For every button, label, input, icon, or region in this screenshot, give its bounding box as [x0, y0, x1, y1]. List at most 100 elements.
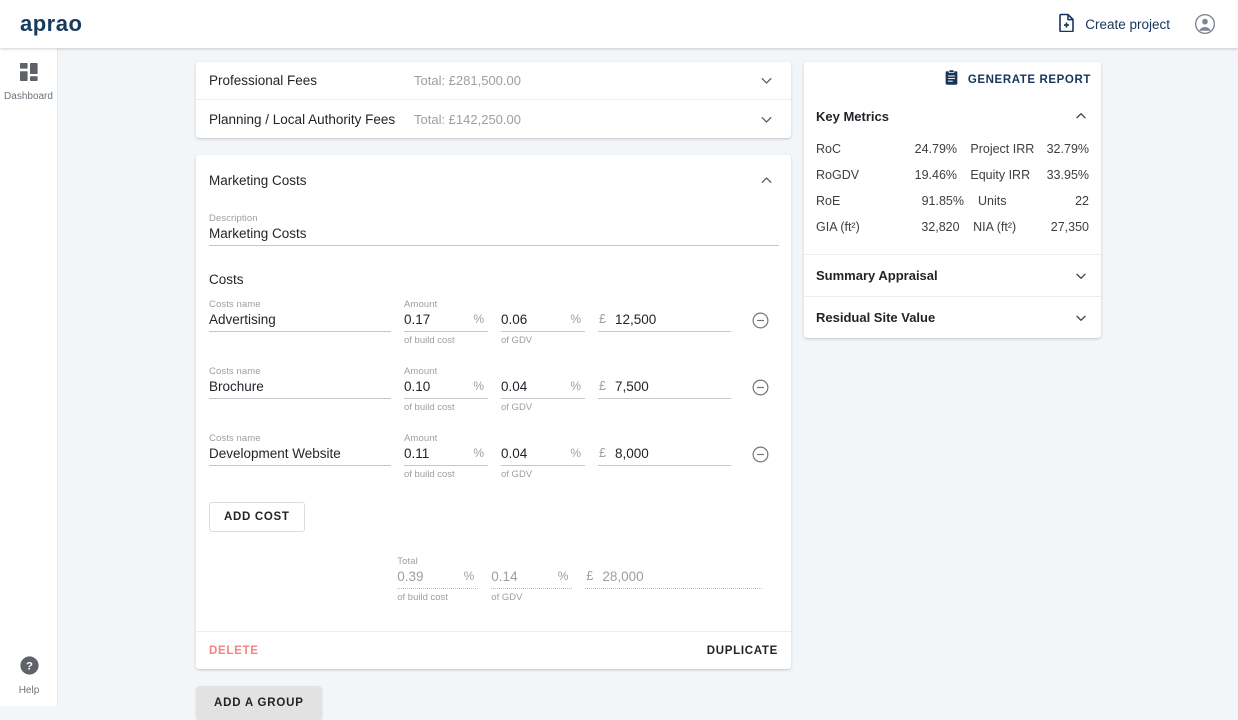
metric-key: GIA (ft²)	[816, 220, 860, 234]
description-label: Description	[209, 213, 258, 224]
pct-build-input[interactable]	[404, 379, 488, 399]
cost-amount-field: £	[598, 433, 731, 466]
generate-report-button[interactable]: GENERATE REPORT	[804, 62, 1101, 98]
total-amount-field: £	[585, 556, 762, 589]
key-metrics-header[interactable]: Key Metrics	[804, 98, 1101, 134]
chevron-up-icon[interactable]	[758, 172, 775, 189]
metric-key: Project IRR	[970, 142, 1035, 156]
pct-gdv-input[interactable]	[501, 312, 585, 332]
cost-groups-column: Professional Fees Total: £281,500.00 Pla…	[196, 62, 791, 720]
account-circle-icon[interactable]	[1194, 13, 1216, 35]
create-project-label: Create project	[1085, 16, 1170, 32]
of-build-cost-hint: of build cost	[404, 335, 455, 346]
minus-circle-icon[interactable]	[749, 443, 771, 465]
costs-heading: Costs	[209, 272, 244, 287]
app-logo[interactable]: aprao	[20, 11, 82, 37]
spacer-label	[598, 366, 731, 377]
summary-appraisal-section[interactable]: Summary Appraisal	[804, 254, 1101, 296]
amount-input[interactable]	[598, 312, 731, 332]
metric-row: RoE 91.85% Units 22	[816, 188, 1089, 214]
key-metrics-grid: RoC 24.79% Project IRR 32.79% RoGDV 19.4…	[804, 134, 1101, 254]
cost-row: Costs name Amount % of build cost % of G…	[209, 433, 778, 480]
residual-site-value-section[interactable]: Residual Site Value	[804, 296, 1101, 338]
accordion-professional-fees[interactable]: Professional Fees Total: £281,500.00	[196, 62, 791, 100]
amount-input[interactable]	[598, 379, 731, 399]
accordion-planning-local-authority-fees[interactable]: Planning / Local Authority Fees Total: £…	[196, 100, 791, 138]
metric-row: RoC 24.79% Project IRR 32.79%	[816, 136, 1089, 162]
metric-value: 32,820	[921, 220, 960, 234]
cost-name-field: Costs name	[209, 433, 391, 466]
cost-pct-build-field: Amount % of build cost	[404, 299, 488, 346]
cost-name-input[interactable]	[209, 379, 391, 399]
pct-gdv-input[interactable]	[501, 379, 585, 399]
chevron-down-icon[interactable]	[1073, 268, 1089, 284]
metric-row: RoGDV 19.46% Equity IRR 33.95%	[816, 162, 1089, 188]
description-field-wrap: Description	[209, 205, 779, 246]
chevron-down-icon[interactable]	[1073, 310, 1089, 326]
add-cost-button[interactable]: ADD COST	[209, 502, 305, 532]
sidebar-item-help-label: Help	[18, 685, 40, 696]
svg-text:?: ?	[26, 661, 33, 673]
total-pct-gdv-input	[491, 569, 573, 589]
spacer-label	[598, 433, 731, 444]
group-body: Description Costs Costs name Amount % of…	[196, 205, 791, 603]
minus-circle-icon[interactable]	[749, 376, 771, 398]
cost-name-label: Costs name	[209, 299, 261, 310]
main-content: Professional Fees Total: £281,500.00 Pla…	[58, 48, 1238, 720]
collapsed-groups-card: Professional Fees Total: £281,500.00 Pla…	[196, 62, 791, 138]
total-pct-gdv-field: % of GDV	[491, 556, 573, 603]
delete-group-button[interactable]: DELETE	[209, 645, 259, 657]
left-sidebar: Dashboard ? Help	[0, 48, 58, 706]
pct-build-input[interactable]	[404, 312, 488, 332]
accordion-title: Marketing Costs	[209, 172, 307, 188]
description-input[interactable]	[209, 226, 779, 246]
metric-key: Units	[978, 194, 1007, 208]
duplicate-group-button[interactable]: DUPLICATE	[707, 645, 778, 657]
spacer-label	[501, 299, 585, 310]
add-a-group-button[interactable]: ADD A GROUP	[196, 686, 322, 720]
cost-total-row: Total % of build cost % of GDV £	[209, 556, 778, 603]
cost-pct-build-field: Amount % of build cost	[404, 366, 488, 413]
cost-pct-gdv-field: % of GDV	[501, 366, 585, 413]
help-circle-icon: ?	[19, 655, 40, 681]
metric-key: Equity IRR	[970, 168, 1031, 182]
metric-key: RoC	[816, 142, 842, 156]
metric-value: 19.46%	[914, 168, 958, 182]
pct-build-input[interactable]	[404, 446, 488, 466]
metric-key: NIA (ft²)	[973, 220, 1017, 234]
amount-label: Amount	[404, 366, 438, 377]
accordion-title: Planning / Local Authority Fees	[209, 111, 396, 127]
cost-amount-field: £	[598, 366, 731, 399]
metric-value: 24.79%	[914, 142, 958, 156]
cost-name-field: Costs name	[209, 299, 391, 332]
marketing-costs-group-card: Marketing Costs Description Costs Costs …	[196, 155, 791, 669]
cost-name-input[interactable]	[209, 446, 391, 466]
chevron-up-icon[interactable]	[1073, 108, 1089, 124]
metric-value: 32.79%	[1046, 142, 1090, 156]
of-build-cost-hint: of build cost	[397, 592, 448, 603]
cost-name-input[interactable]	[209, 312, 391, 332]
sidebar-item-help[interactable]: ? Help	[0, 641, 58, 696]
chevron-down-icon[interactable]	[758, 72, 775, 89]
chevron-down-icon[interactable]	[758, 111, 775, 128]
dashboard-grid-icon	[19, 62, 39, 87]
cost-amount-field: £	[598, 299, 731, 332]
metric-key: RoGDV	[816, 168, 860, 182]
group-footer: DELETE DUPLICATE	[196, 631, 791, 669]
cost-pct-gdv-field: % of GDV	[501, 299, 585, 346]
spacer-label	[501, 366, 585, 377]
minus-circle-icon[interactable]	[749, 309, 771, 331]
header-actions: Create project	[1059, 13, 1216, 35]
amount-input[interactable]	[598, 446, 731, 466]
pct-gdv-input[interactable]	[501, 446, 585, 466]
key-metrics-title: Key Metrics	[816, 108, 889, 124]
spacer-label	[598, 299, 731, 310]
accordion-marketing-costs[interactable]: Marketing Costs	[196, 155, 791, 205]
sidebar-item-dashboard-label: Dashboard	[4, 91, 53, 102]
clipboard-icon	[944, 69, 959, 91]
cost-row: Costs name Amount % of build cost % of G…	[209, 366, 778, 413]
cost-pct-gdv-field: % of GDV	[501, 433, 585, 480]
metric-row: GIA (ft²) 32,820 NIA (ft²) 27,350	[816, 214, 1089, 240]
create-project-button[interactable]: Create project	[1059, 13, 1170, 35]
sidebar-item-dashboard[interactable]: Dashboard	[0, 48, 57, 102]
